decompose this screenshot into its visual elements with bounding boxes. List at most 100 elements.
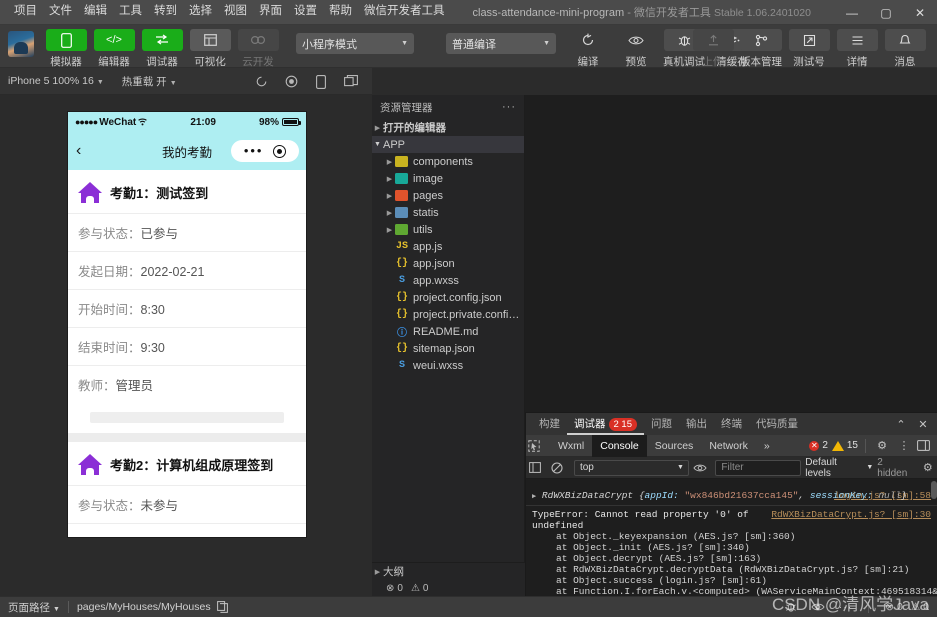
console-levels-select[interactable]: Default levels ▼ <box>805 457 873 479</box>
explorer-project-root[interactable]: ▼ APP <box>372 136 524 153</box>
devtools-subtab-console[interactable]: Console <box>592 434 647 457</box>
menu-item-interface[interactable]: 界面 <box>253 3 288 21</box>
explorer-folder-components[interactable]: ▶ components <box>372 153 524 170</box>
menu-item-goto[interactable]: 转到 <box>148 3 183 21</box>
chevron-down-icon[interactable]: ▼ <box>372 141 383 148</box>
menu-item-edit[interactable]: 编辑 <box>78 3 113 21</box>
toolbar-button-simulator[interactable]: 模拟器 <box>42 29 90 69</box>
devtools-subtab-more[interactable]: » <box>756 435 778 457</box>
explorer-file-app-js[interactable]: JS app.js <box>372 238 524 255</box>
devtools-tab-problems[interactable]: 问题 <box>644 413 679 435</box>
explorer-folder-statis[interactable]: ▶ statis <box>372 204 524 221</box>
explorer-file-weui-wxss[interactable]: S weui.wxss <box>372 357 524 374</box>
live-expression-eye-icon[interactable] <box>693 463 711 473</box>
bug-icon[interactable] <box>785 601 797 613</box>
status-warning-count[interactable]: ⚠ 0 <box>911 601 929 613</box>
console-context-select[interactable]: top ▼ <box>573 459 689 476</box>
toolbar-button-compile[interactable]: 编译 <box>564 29 612 69</box>
explorer-file-app-wxss[interactable]: S app.wxss <box>372 272 524 289</box>
avatar[interactable] <box>8 31 34 57</box>
menu-item-project[interactable]: 项目 <box>8 3 43 21</box>
sim-window-icon[interactable] <box>336 68 366 95</box>
sidebar-toggle-icon[interactable] <box>529 462 547 473</box>
console-settings-icon[interactable]: ⚙ <box>919 461 937 474</box>
explorer-file-app-json[interactable]: {} app.json <box>372 255 524 272</box>
hot-reload-select[interactable]: 热重载 开 ▼ <box>122 74 177 89</box>
close-panel-icon[interactable]: ✕ <box>913 418 933 431</box>
toolbar-button-version[interactable]: 版本管理 <box>737 29 785 69</box>
devtools-subtab-sources[interactable]: Sources <box>647 435 702 457</box>
explorer-folder-image[interactable]: ▶ image <box>372 170 524 187</box>
explorer-folder-pages[interactable]: ▶ pages <box>372 187 524 204</box>
devtools-tab-debugger[interactable]: 调试器 2 15 <box>567 413 644 435</box>
copy-icon[interactable] <box>216 601 228 613</box>
compile-mode-select[interactable]: 普通编译 ▼ <box>446 33 556 54</box>
devtools-tab-terminal[interactable]: 终端 <box>714 413 749 435</box>
menu-item-tools[interactable]: 工具 <box>113 3 148 21</box>
phone-preview[interactable]: ●●●●● WeChat 21:09 98% ‹ 我的考勤 ••• 考勤1：测试… <box>68 112 306 537</box>
chevron-right-icon[interactable]: ▶ <box>384 192 395 200</box>
devtools-tab-output[interactable]: 输出 <box>679 413 714 435</box>
console-filter-input[interactable]: Filter <box>715 459 802 476</box>
outline-problem-counts[interactable]: ⊗ 0 ⚠ 0 <box>372 580 525 597</box>
error-count-pill[interactable]: ✕ 2 <box>809 440 828 451</box>
toolbar-left-group: 模拟器 </> 编辑器 调试器 可视化 云开发 <box>42 25 282 69</box>
toolbar-button-visual[interactable]: 可视化 <box>186 29 234 69</box>
minimize-button[interactable]: — <box>835 0 869 25</box>
chevron-right-icon[interactable]: ▶ <box>372 568 383 576</box>
device-select[interactable]: iPhone 5 100% 16 ▼ <box>8 75 104 87</box>
console-source-link[interactable]: RdWXBizDataCrypt.js? [sm]:30 <box>771 509 931 520</box>
toolbar-button-editor[interactable]: </> 编辑器 <box>90 29 138 69</box>
toolbar-button-messages[interactable]: 消息 <box>881 29 929 69</box>
explorer-file-sitemap[interactable]: {} sitemap.json <box>372 340 524 357</box>
menu-item-select[interactable]: 选择 <box>183 3 218 21</box>
settings-icon[interactable]: ⚙ <box>873 439 891 452</box>
sim-rotate-icon[interactable] <box>306 68 336 95</box>
menu-item-view[interactable]: 视图 <box>218 3 253 21</box>
attendance-action-button[interactable] <box>90 412 284 423</box>
close-button[interactable]: ✕ <box>903 0 937 25</box>
chevron-right-icon[interactable]: ▶ <box>384 158 395 166</box>
devtools-subtab-wxml[interactable]: Wxml <box>550 435 592 457</box>
maximize-button[interactable]: ▢ <box>869 0 903 25</box>
more-icon[interactable]: ··· <box>839 601 853 613</box>
sim-record-icon[interactable] <box>276 68 306 95</box>
chevron-right-icon[interactable]: ▶ <box>384 226 395 234</box>
warning-count-pill[interactable]: 15 <box>831 440 858 451</box>
explorer-more-icon[interactable]: ··· <box>502 101 516 113</box>
menu-item-help[interactable]: 帮助 <box>323 3 358 21</box>
toolbar-button-preview[interactable]: 预览 <box>612 29 660 69</box>
status-error-count[interactable]: ⊗ 0 <box>885 601 903 613</box>
mode-select[interactable]: 小程序模式 ▼ <box>296 33 414 54</box>
chevron-right-icon[interactable]: ▶ <box>384 209 395 217</box>
menu-item-file[interactable]: 文件 <box>43 3 78 21</box>
clear-console-icon[interactable] <box>551 461 569 474</box>
toolbar-button-debugger[interactable]: 调试器 <box>138 29 186 69</box>
dock-icon[interactable] <box>917 440 935 451</box>
toolbar-button-details[interactable]: 详情 <box>833 29 881 69</box>
collapse-panel-icon[interactable]: ⌃ <box>891 418 911 431</box>
explorer-file-project-config[interactable]: {} project.config.json <box>372 289 524 306</box>
explorer-open-editors[interactable]: ▶ 打开的编辑器 <box>372 119 524 136</box>
explorer-folder-utils[interactable]: ▶ utils <box>372 221 524 238</box>
chevron-right-icon[interactable]: ▶ <box>384 175 395 183</box>
menu-item-devtools[interactable]: 微信开发者工具 <box>358 3 451 21</box>
devtools-tab-code-quality[interactable]: 代码质量 <box>749 413 805 435</box>
expand-arrow-icon[interactable]: ▶ <box>532 493 536 501</box>
menu-item-settings[interactable]: 设置 <box>288 3 323 21</box>
explorer-file-project-private-config[interactable]: {} project.private.config.js... <box>372 306 524 323</box>
sim-refresh-icon[interactable] <box>246 68 276 95</box>
toolbar-button-testid[interactable]: 测试号 <box>785 29 833 69</box>
inspect-element-icon[interactable] <box>528 439 550 452</box>
explorer-file-readme[interactable]: ⓘ README.md <box>372 323 524 340</box>
devtools-tab-build[interactable]: 构建 <box>532 413 567 435</box>
chevron-right-icon[interactable]: ▶ <box>372 124 383 132</box>
kebab-menu-icon[interactable]: ⋮ <box>895 439 913 452</box>
page-path-select[interactable]: 页面路径 ▼ <box>8 600 60 615</box>
close-target-icon[interactable] <box>273 144 287 158</box>
devtools-subtab-network[interactable]: Network <box>701 435 756 457</box>
outline-toggle[interactable]: ▶ 大纲 <box>372 563 525 580</box>
eye-icon[interactable] <box>811 602 825 612</box>
more-icon[interactable]: ••• <box>244 144 264 157</box>
capsule-menu[interactable]: ••• <box>231 140 299 162</box>
